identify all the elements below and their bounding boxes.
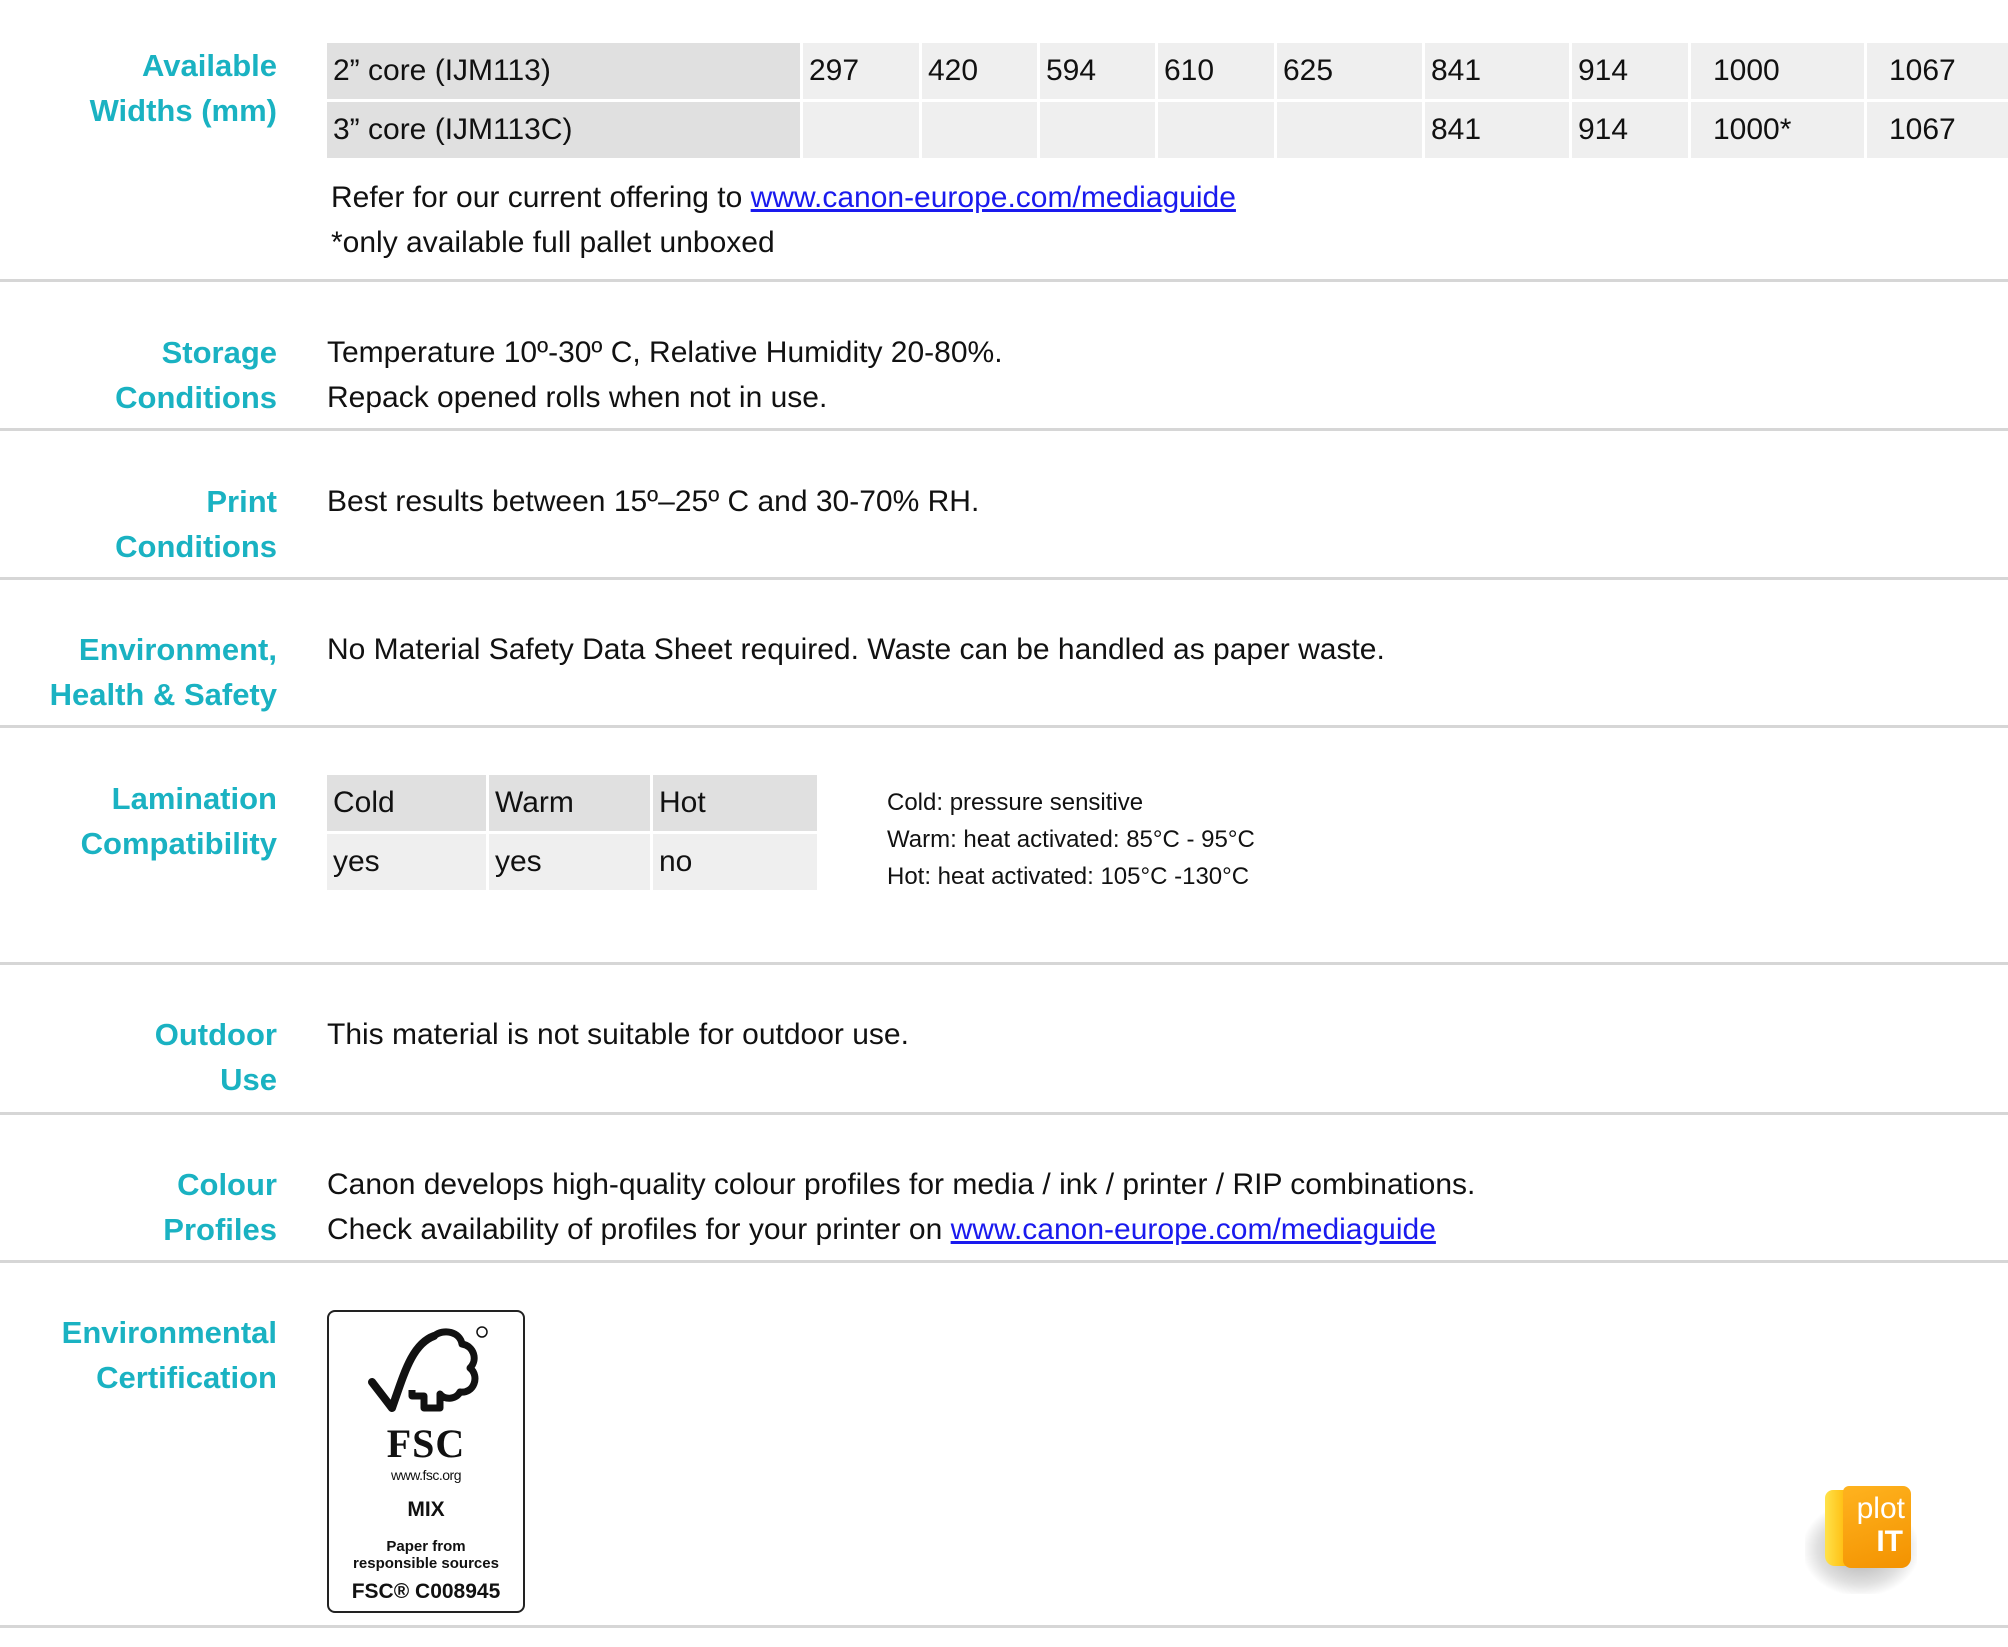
widths-label: Available Widths (mm): [90, 43, 277, 133]
lamination-header-warm: Warm: [489, 775, 653, 831]
width-cell: 1000: [1691, 43, 1867, 99]
text-line: Temperature 10º-30º C, Relative Humidity…: [327, 336, 1003, 369]
label-line: Outdoor: [154, 1017, 277, 1052]
section-divider: [0, 962, 2008, 965]
label-line: Colour: [177, 1167, 277, 1202]
lamination-legend: Cold: pressure sensitive Warm: heat acti…: [887, 784, 1255, 895]
label-line: Storage: [161, 335, 277, 370]
width-cell: [1277, 102, 1425, 158]
widths-note: Refer for our current offering to www.ca…: [331, 175, 1236, 220]
text-line: Check availability of profiles for your …: [327, 1207, 1475, 1252]
label-line: Certification: [96, 1360, 277, 1395]
section-divider: [0, 428, 2008, 431]
text-line: Repack opened rolls when not in use.: [327, 381, 828, 414]
label-line: Health & Safety: [49, 677, 277, 712]
ehs-text: No Material Safety Data Sheet required. …: [327, 627, 1385, 672]
section-divider: [0, 1260, 2008, 1263]
widths-row-2in: 2” core (IJM113) 297 420 594 610 625 841…: [327, 43, 2008, 99]
text-line: No Material Safety Data Sheet required. …: [327, 633, 1385, 666]
section-divider: [0, 725, 2008, 728]
fsc-type: MIX: [407, 1498, 445, 1521]
legend-line: Warm: heat activated: 85°C - 95°C: [887, 826, 1255, 853]
widths-footnote: *only available full pallet unboxed: [331, 226, 775, 259]
plotit-logo[interactable]: plot IT: [1805, 1486, 1917, 1594]
label-line: Print: [206, 484, 277, 519]
lamination-header-cold: Cold: [327, 775, 489, 831]
fsc-code: FSC® C008945: [351, 1580, 501, 1603]
core-label-cell: 2” core (IJM113): [327, 43, 803, 99]
width-cell: 914: [1572, 102, 1691, 158]
outdoor-label: Outdoor Use: [155, 1012, 277, 1102]
label-line: Conditions: [115, 380, 277, 415]
colour-text: Canon develops high-quality colour profi…: [327, 1162, 1475, 1252]
width-cell: 625: [1277, 43, 1425, 99]
section-divider: [0, 1625, 2008, 1628]
mediaguide-link[interactable]: www.canon-europe.com/mediaguide: [951, 1213, 1436, 1246]
ehs-label: Environment, Health & Safety: [50, 627, 277, 717]
width-cell: [803, 102, 922, 158]
core-label-cell: 3” core (IJM113C): [327, 102, 803, 158]
text-line: This material is not suitable for outdoo…: [327, 1018, 909, 1051]
label-line: Profiles: [163, 1212, 277, 1247]
fsc-tree-check-icon: [368, 1326, 488, 1412]
fsc-desc-line: responsible sources: [353, 1555, 499, 1572]
logo-cube-face: plot IT: [1843, 1486, 1911, 1568]
section-divider: [0, 1112, 2008, 1115]
width-cell: 1000*: [1691, 102, 1867, 158]
mediaguide-link[interactable]: www.canon-europe.com/mediaguide: [751, 181, 1236, 214]
fsc-url: www.fsc.org: [391, 1467, 461, 1483]
width-cell: 914: [1572, 43, 1691, 99]
width-cell: 841: [1425, 43, 1572, 99]
logo-text-plot: plot: [1856, 1492, 1905, 1525]
label-line: Environment,: [78, 632, 277, 667]
lamination-value-warm: yes: [489, 834, 653, 890]
note-text: Refer for our current offering to: [331, 181, 751, 214]
colour-label: Colour Profiles: [163, 1162, 277, 1252]
width-cell: 1067: [1867, 102, 2008, 158]
label-line: Conditions: [115, 529, 277, 564]
width-cell: 1067: [1867, 43, 2008, 99]
print-label: Print Conditions: [115, 479, 277, 569]
text-prefix: Check availability of profiles for your …: [327, 1213, 951, 1246]
label-line: Use: [220, 1062, 277, 1097]
fsc-description: Paper from responsible sources: [329, 1538, 523, 1572]
label-line: Lamination: [111, 781, 277, 816]
legend-line: Cold: pressure sensitive: [887, 789, 1144, 816]
certification-label: Environmental Certification: [62, 1310, 277, 1400]
widths-row-3in: 3” core (IJM113C) 841 914 1000* 1067: [327, 102, 2008, 158]
width-cell: 297: [803, 43, 922, 99]
width-cell: 420: [922, 43, 1040, 99]
print-text: Best results between 15º–25º C and 30-70…: [327, 479, 979, 524]
width-cell: 594: [1040, 43, 1158, 99]
label-line: Environmental: [61, 1315, 277, 1350]
lamination-value-cold: yes: [327, 834, 489, 890]
lamination-label: Lamination Compatibility: [81, 776, 277, 866]
outdoor-text: This material is not suitable for outdoo…: [327, 1012, 909, 1057]
width-cell: 841: [1425, 102, 1572, 158]
label-line: Compatibility: [80, 826, 277, 861]
section-divider: [0, 279, 2008, 282]
width-cell: [1158, 102, 1277, 158]
text-line: Canon develops high-quality colour profi…: [327, 1168, 1476, 1201]
width-cell: [922, 102, 1040, 158]
lamination-header-hot: Hot: [653, 775, 817, 831]
storage-label: Storage Conditions: [115, 330, 277, 420]
section-divider: [0, 577, 2008, 580]
text-line: Best results between 15º–25º C and 30-70…: [327, 485, 980, 518]
fsc-logo: FSC www.fsc.org MIX Paper from responsib…: [327, 1310, 525, 1613]
logo-text-it: IT: [1876, 1525, 1903, 1558]
label-line: Widths (mm): [89, 93, 277, 128]
storage-text: Temperature 10º-30º C, Relative Humidity…: [327, 330, 1003, 420]
width-cell: 610: [1158, 43, 1277, 99]
label-line: Available: [142, 48, 277, 83]
lamination-value-hot: no: [653, 834, 817, 890]
fsc-desc-line: Paper from: [386, 1538, 466, 1555]
fsc-brand: FSC: [386, 1421, 466, 1466]
width-cell: [1040, 102, 1158, 158]
legend-line: Hot: heat activated: 105°C -130°C: [887, 863, 1250, 890]
